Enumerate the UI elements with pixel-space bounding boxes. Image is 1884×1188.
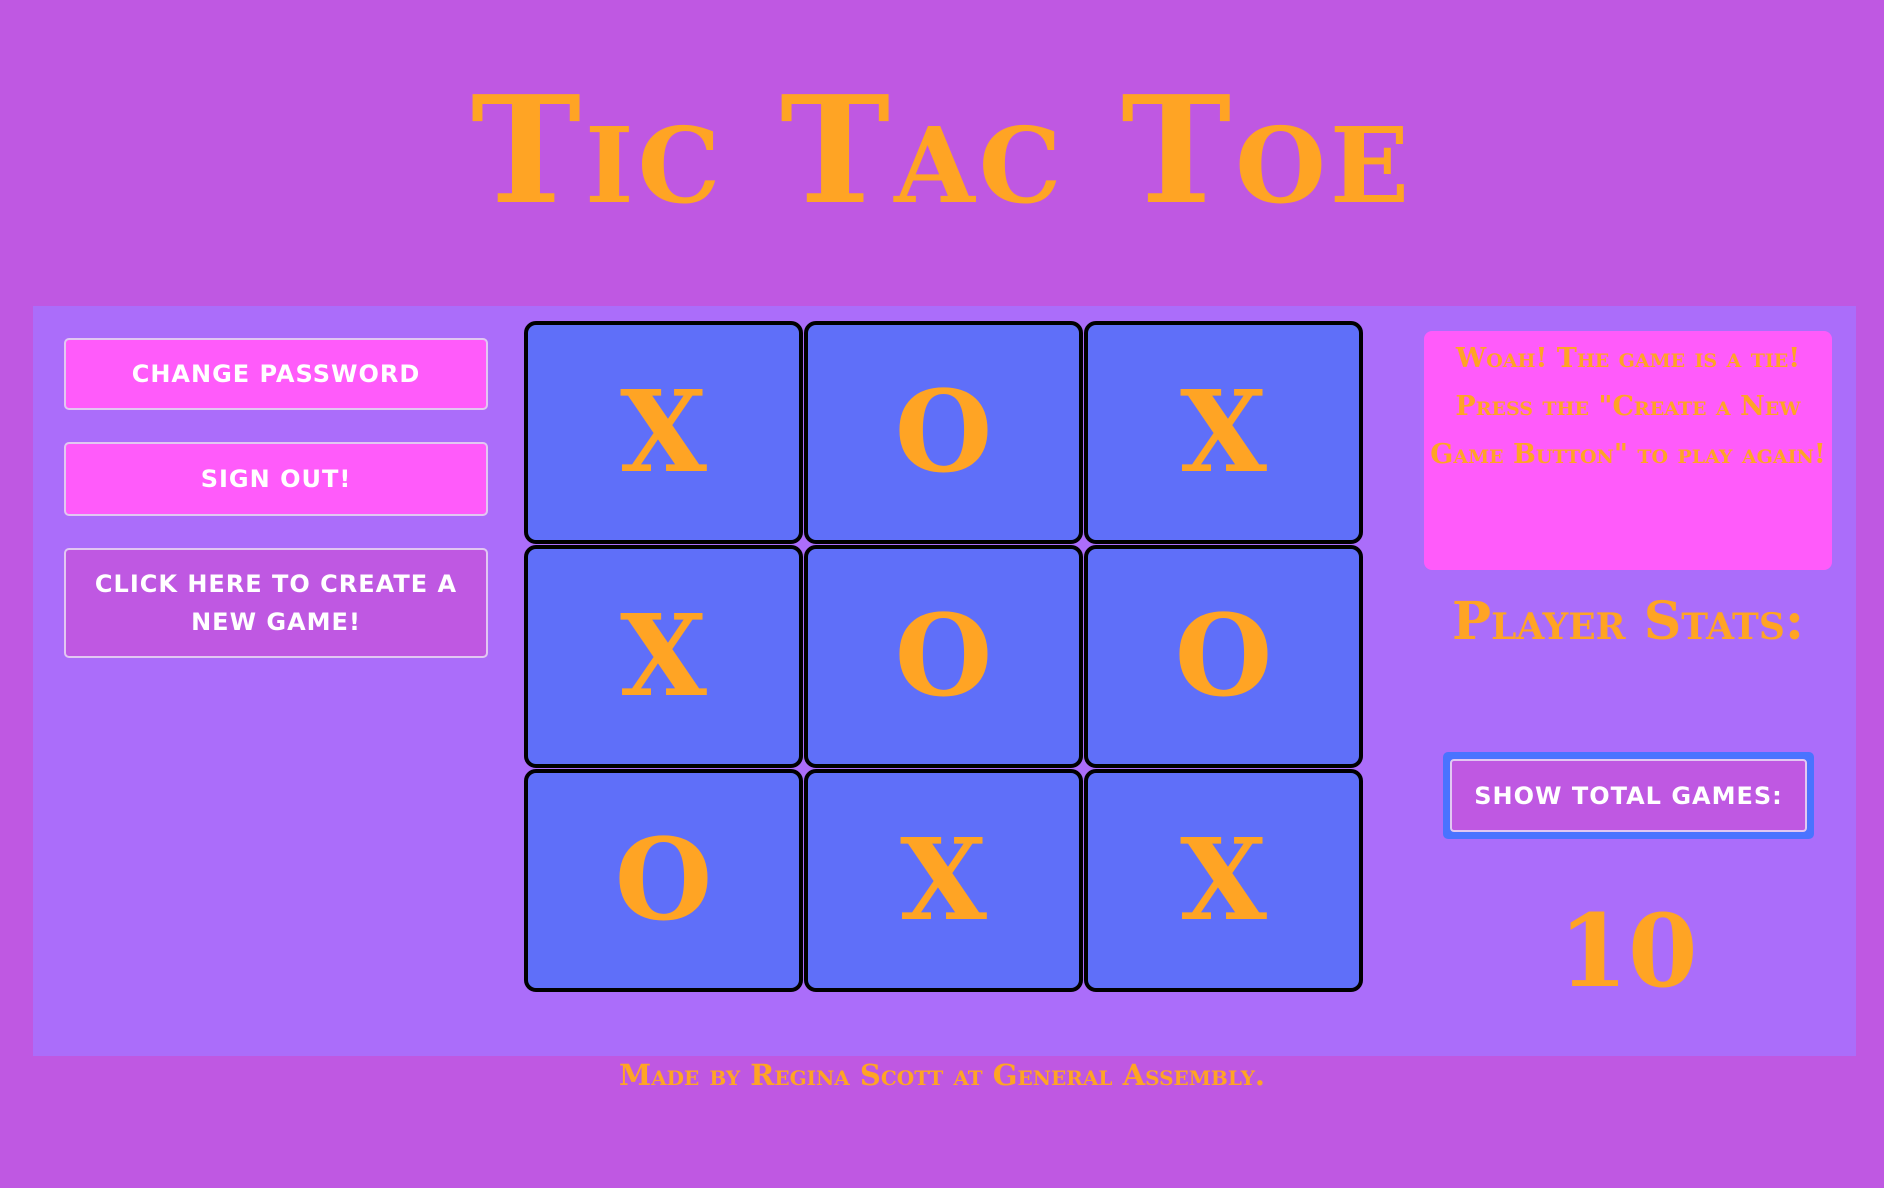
cell-mark: X	[1180, 367, 1267, 498]
cell-mark: O	[614, 815, 713, 946]
change-password-button[interactable]: CHANGE PASSWORD	[64, 338, 488, 410]
show-total-games-label: SHOW TOTAL GAMES:	[1450, 759, 1807, 832]
change-password-label: CHANGE PASSWORD	[131, 360, 421, 388]
game-panel: CHANGE PASSWORD SIGN OUT! CLICK HERE TO …	[33, 306, 1856, 1056]
show-total-games-button[interactable]: SHOW TOTAL GAMES:	[1443, 752, 1814, 839]
board-cell[interactable]: O	[524, 769, 803, 992]
cell-mark: X	[620, 367, 707, 498]
sign-out-label: SIGN OUT!	[200, 465, 352, 493]
board-cell[interactable]: X	[524, 545, 803, 768]
board-cell[interactable]: O	[804, 321, 1083, 544]
sign-out-button[interactable]: SIGN OUT!	[64, 442, 488, 516]
board-cell[interactable]: O	[1084, 545, 1363, 768]
create-new-game-button[interactable]: CLICK HERE TO CREATE A NEW GAME!	[64, 548, 488, 658]
game-status-message: Woah! The game is a tie! Press the "Crea…	[1424, 331, 1832, 570]
board-cell[interactable]: X	[804, 769, 1083, 992]
create-new-game-label: CLICK HERE TO CREATE A NEW GAME!	[94, 570, 458, 636]
cell-mark: X	[1180, 815, 1267, 946]
footer-credit: Made by Regina Scott at General Assembly…	[619, 1058, 1265, 1092]
cell-mark: O	[894, 591, 993, 722]
cell-mark: O	[1174, 591, 1273, 722]
board-cell[interactable]: X	[524, 321, 803, 544]
cell-mark: X	[620, 591, 707, 722]
total-games-count: 10	[1558, 892, 1698, 1010]
page-title: Tic Tac Toe	[470, 63, 1414, 237]
board-cell[interactable]: X	[1084, 321, 1363, 544]
player-stats-heading: Player Stats:	[1451, 591, 1805, 652]
cell-mark: X	[900, 815, 987, 946]
cell-mark: O	[894, 367, 993, 498]
board-cell[interactable]: X	[1084, 769, 1363, 992]
board-cell[interactable]: O	[804, 545, 1083, 768]
